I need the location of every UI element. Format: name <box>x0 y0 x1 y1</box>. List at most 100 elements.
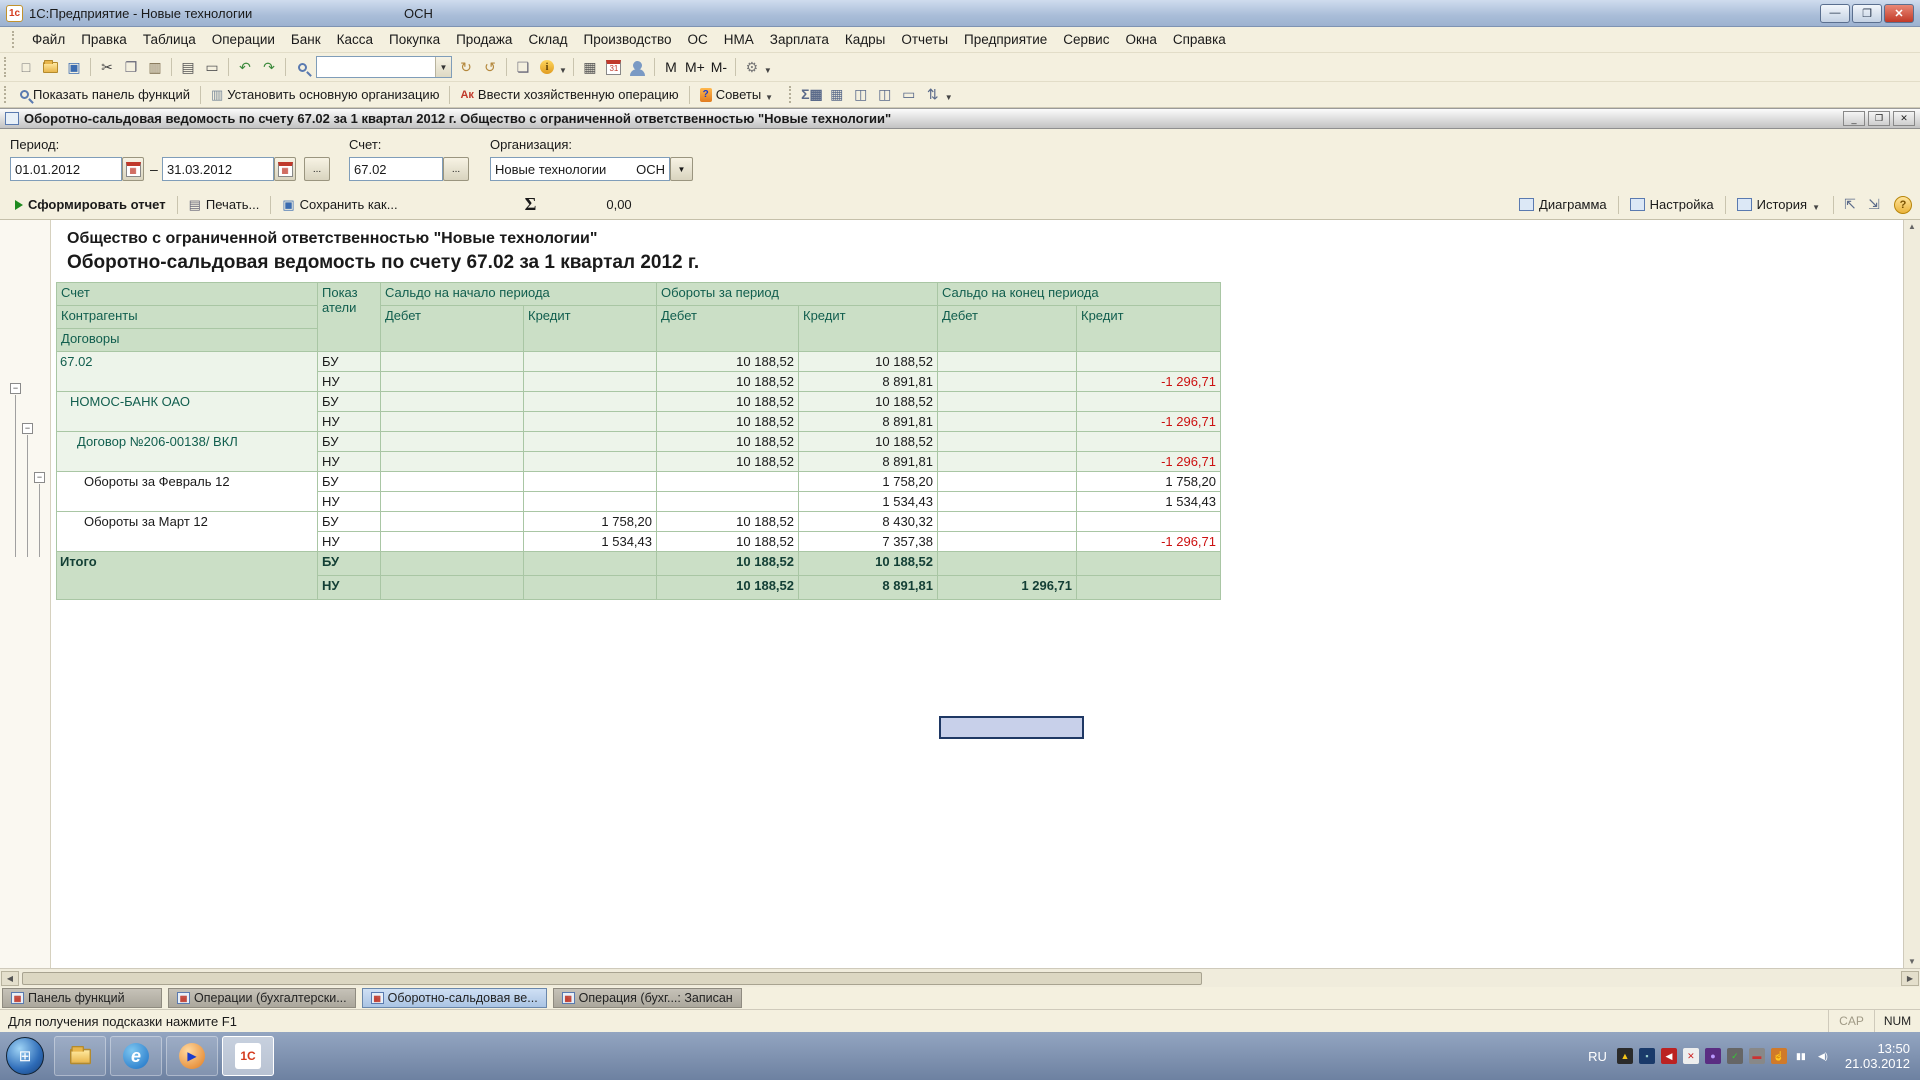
close-button[interactable]: ✕ <box>1884 4 1914 23</box>
print-button[interactable]: ▤ Печать... <box>182 193 267 217</box>
indicator-cell[interactable]: БУ <box>318 352 381 372</box>
amount-cell[interactable] <box>524 492 657 512</box>
display-icon[interactable]: ▪ <box>1639 1048 1655 1064</box>
chevron-down-icon[interactable]: ▼ <box>559 66 567 75</box>
search-dropdown-icon[interactable]: ▼ <box>435 57 451 77</box>
scrollbar-thumb[interactable] <box>22 972 1202 985</box>
amount-cell[interactable] <box>657 492 799 512</box>
calculator-icon[interactable]: ▦ <box>579 56 601 78</box>
amount-cell[interactable] <box>524 576 657 600</box>
amount-cell[interactable] <box>381 492 524 512</box>
menu-Зарплата[interactable]: Зарплата <box>762 29 837 50</box>
indicator-cell[interactable]: БУ <box>318 472 381 492</box>
signal-bars-icon[interactable]: ▮▮ <box>1793 1048 1809 1064</box>
amount-cell[interactable] <box>1077 352 1221 372</box>
language-indicator[interactable]: RU <box>1588 1049 1607 1064</box>
amount-cell[interactable]: 8 891,81 <box>799 372 938 392</box>
col-header-debit[interactable]: Дебет <box>938 306 1077 352</box>
sum-table-icon[interactable]: Σ▦ <box>800 84 824 106</box>
amount-cell[interactable]: 10 188,52 <box>799 552 938 576</box>
find-next-icon[interactable]: ↻ <box>455 56 477 78</box>
amount-cell[interactable] <box>1077 432 1221 452</box>
history-button[interactable]: История ▼ <box>1730 193 1829 217</box>
amount-cell[interactable] <box>524 452 657 472</box>
find-button[interactable] <box>291 56 313 78</box>
amount-cell[interactable]: 10 188,52 <box>657 372 799 392</box>
period-more-button[interactable]: ... <box>304 157 330 181</box>
window-tab[interactable]: ▦Операции (бухгалтерски... <box>168 988 356 1008</box>
amount-cell[interactable] <box>381 576 524 600</box>
amount-cell[interactable] <box>938 372 1077 392</box>
paste-icon[interactable]: ▥ <box>144 56 166 78</box>
amount-cell[interactable]: 8 430,32 <box>799 512 938 532</box>
amount-cell[interactable] <box>1077 392 1221 412</box>
info-button[interactable]: i <box>536 56 558 78</box>
save-settings-icon[interactable]: ⇲ <box>1863 194 1885 216</box>
col-header-debit[interactable]: Дебет <box>657 306 799 352</box>
menu-Справка[interactable]: Справка <box>1165 29 1234 50</box>
menu-Кадры[interactable]: Кадры <box>837 29 893 50</box>
row-label[interactable]: 67.02 <box>57 352 318 392</box>
copy-window-icon[interactable]: ❏ <box>512 56 534 78</box>
amount-cell[interactable] <box>657 472 799 492</box>
doc-list-icon[interactable]: ▭ <box>898 84 920 106</box>
menu-ОС[interactable]: ОС <box>680 29 716 50</box>
col-header-credit[interactable]: Кредит <box>799 306 938 352</box>
scroll-right-icon[interactable]: ▶ <box>1901 971 1919 986</box>
group-contractors-icon[interactable]: ◫ <box>850 84 872 106</box>
amount-cell[interactable] <box>524 372 657 392</box>
amount-cell[interactable] <box>938 432 1077 452</box>
amount-cell[interactable] <box>938 532 1077 552</box>
col-header-closing-balance[interactable]: Сальдо на конец периода <box>938 283 1221 306</box>
amount-cell[interactable] <box>381 552 524 576</box>
collapse-group-icon[interactable]: − <box>10 383 21 394</box>
col-header-indicators[interactable]: Показ атели <box>318 283 381 352</box>
print-icon[interactable]: ▤ <box>177 56 199 78</box>
open-folder-button[interactable] <box>39 56 61 78</box>
period-from-input[interactable]: 01.01.2012 <box>10 157 122 181</box>
group-contractors2-icon[interactable]: ◫ <box>874 84 896 106</box>
amount-cell[interactable] <box>381 512 524 532</box>
redo-icon[interactable]: ↷ <box>258 56 280 78</box>
indicator-cell[interactable]: НУ <box>318 372 381 392</box>
amount-cell[interactable] <box>381 372 524 392</box>
amount-cell[interactable] <box>381 392 524 412</box>
cut-icon[interactable]: ✂ <box>96 56 118 78</box>
indicator-cell[interactable]: БУ <box>318 512 381 532</box>
amount-cell[interactable]: 8 891,81 <box>799 452 938 472</box>
col-header-account[interactable]: Счет <box>57 283 318 306</box>
taskbar-1c-button[interactable]: 1С <box>222 1036 274 1076</box>
amount-cell[interactable] <box>524 352 657 372</box>
minimize-button[interactable]: — <box>1820 4 1850 23</box>
col-header-credit[interactable]: Кредит <box>1077 306 1221 352</box>
user-button[interactable] <box>627 56 649 78</box>
account-select-button[interactable]: ... <box>443 157 469 181</box>
amount-cell[interactable]: 10 188,52 <box>657 352 799 372</box>
col-header-contracts[interactable]: Договоры <box>57 329 318 352</box>
col-header-turnover[interactable]: Обороты за период <box>657 283 938 306</box>
amount-cell[interactable]: 1 758,20 <box>524 512 657 532</box>
amount-cell[interactable] <box>381 412 524 432</box>
doc-restore-button[interactable]: ❐ <box>1868 111 1890 126</box>
generate-report-button[interactable]: Сформировать отчет <box>8 193 173 217</box>
collapse-group-icon[interactable]: − <box>34 472 45 483</box>
amount-cell[interactable]: 1 534,43 <box>799 492 938 512</box>
indicator-cell[interactable]: БУ <box>318 392 381 412</box>
memory-m+-button[interactable]: M+ <box>684 56 706 78</box>
scanner-icon[interactable]: ✓ <box>1727 1048 1743 1064</box>
window-tab[interactable]: ▦Оборотно-сальдовая ве... <box>362 988 547 1008</box>
amount-cell[interactable] <box>1077 576 1221 600</box>
memory-m-button[interactable]: M <box>660 56 682 78</box>
col-header-credit[interactable]: Кредит <box>524 306 657 352</box>
amount-cell[interactable]: 1 758,20 <box>1077 472 1221 492</box>
touch-icon[interactable]: ☝ <box>1771 1048 1787 1064</box>
amount-cell[interactable] <box>524 392 657 412</box>
amount-cell[interactable]: 7 357,38 <box>799 532 938 552</box>
vertical-scrollbar[interactable]: ▲ ▼ <box>1903 220 1920 968</box>
amount-cell[interactable]: 8 891,81 <box>799 576 938 600</box>
amount-cell[interactable] <box>524 552 657 576</box>
col-header-contractors[interactable]: Контрагенты <box>57 306 318 329</box>
chevron-down-icon[interactable]: ▼ <box>764 66 772 75</box>
memory-m--button[interactable]: M- <box>708 56 730 78</box>
red-speaker-icon[interactable]: ◀ <box>1661 1048 1677 1064</box>
